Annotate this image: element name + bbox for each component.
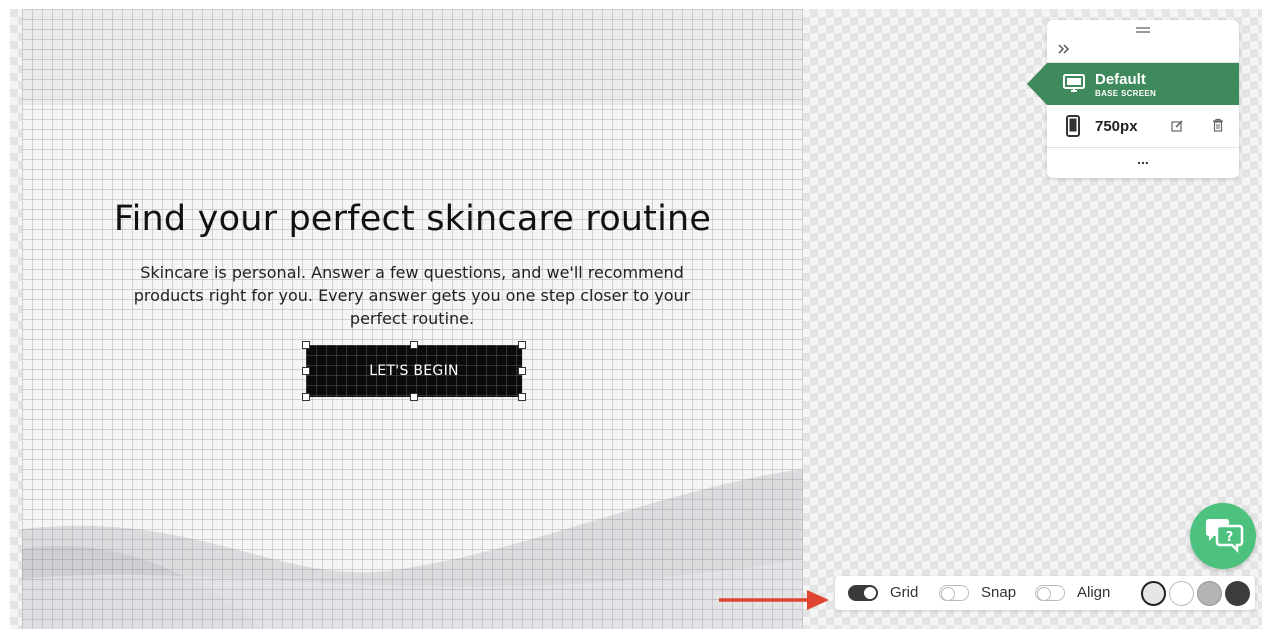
desktop-icon <box>1063 74 1085 99</box>
chat-question-icon: ? <box>1204 518 1244 559</box>
svg-text:?: ? <box>1226 530 1234 545</box>
grid-toggle[interactable] <box>848 585 878 601</box>
background-dark-swatch[interactable] <box>1225 581 1250 606</box>
resize-handle-tr[interactable] <box>518 341 526 349</box>
mobile-icon <box>1066 115 1080 142</box>
breakpoint-750px[interactable]: 750px <box>1047 105 1239 147</box>
resize-handle-mr[interactable] <box>518 367 526 375</box>
snap-label: Snap <box>981 584 1017 601</box>
grid-label: Grid <box>890 584 919 601</box>
background-white-swatch[interactable] <box>1169 581 1194 606</box>
background-gray-swatch[interactable] <box>1197 581 1222 606</box>
lets-begin-button[interactable]: LET'S BEGIN <box>306 345 522 397</box>
decorative-waves <box>22 469 803 629</box>
breakpoints-panel: Default BASE SCREEN 750px ... <box>1027 20 1239 178</box>
canvas-top-band <box>22 9 803 105</box>
align-label: Align <box>1077 584 1111 601</box>
align-toggle[interactable] <box>1035 585 1065 601</box>
breakpoint-label: Default <box>1095 71 1146 88</box>
edit-icon[interactable] <box>1171 119 1183 137</box>
hero-subtitle: Skincare is personal. Answer a few quest… <box>133 263 691 328</box>
hero-title: Find your perfect skincare routine <box>113 199 712 239</box>
background-transparent-swatch[interactable] <box>1141 581 1166 606</box>
resize-handle-bl[interactable] <box>302 393 310 401</box>
double-chevron-right-icon[interactable] <box>1057 42 1071 58</box>
resize-handle-br[interactable] <box>518 393 526 401</box>
drag-handle-icon[interactable] <box>1136 27 1150 33</box>
snap-toggle[interactable] <box>939 585 969 601</box>
selected-element[interactable]: LET'S BEGIN <box>302 341 526 401</box>
more-options-button[interactable]: ... <box>1047 148 1239 176</box>
trash-icon[interactable] <box>1212 118 1224 137</box>
breakpoint-default[interactable]: Default BASE SCREEN <box>1027 63 1239 105</box>
page-canvas[interactable]: Find your perfect skincare routine Skinc… <box>22 9 803 629</box>
breakpoint-sublabel: BASE SCREEN <box>1095 89 1157 98</box>
resize-handle-bc[interactable] <box>410 393 418 401</box>
annotation-arrow-icon <box>719 590 829 610</box>
resize-handle-tc[interactable] <box>410 341 418 349</box>
help-chat-button[interactable]: ? <box>1190 503 1256 569</box>
breakpoint-label: 750px <box>1095 118 1138 135</box>
resize-handle-ml[interactable] <box>302 367 310 375</box>
resize-handle-tl[interactable] <box>302 341 310 349</box>
canvas-toolbar: Grid Snap Align <box>835 576 1255 610</box>
